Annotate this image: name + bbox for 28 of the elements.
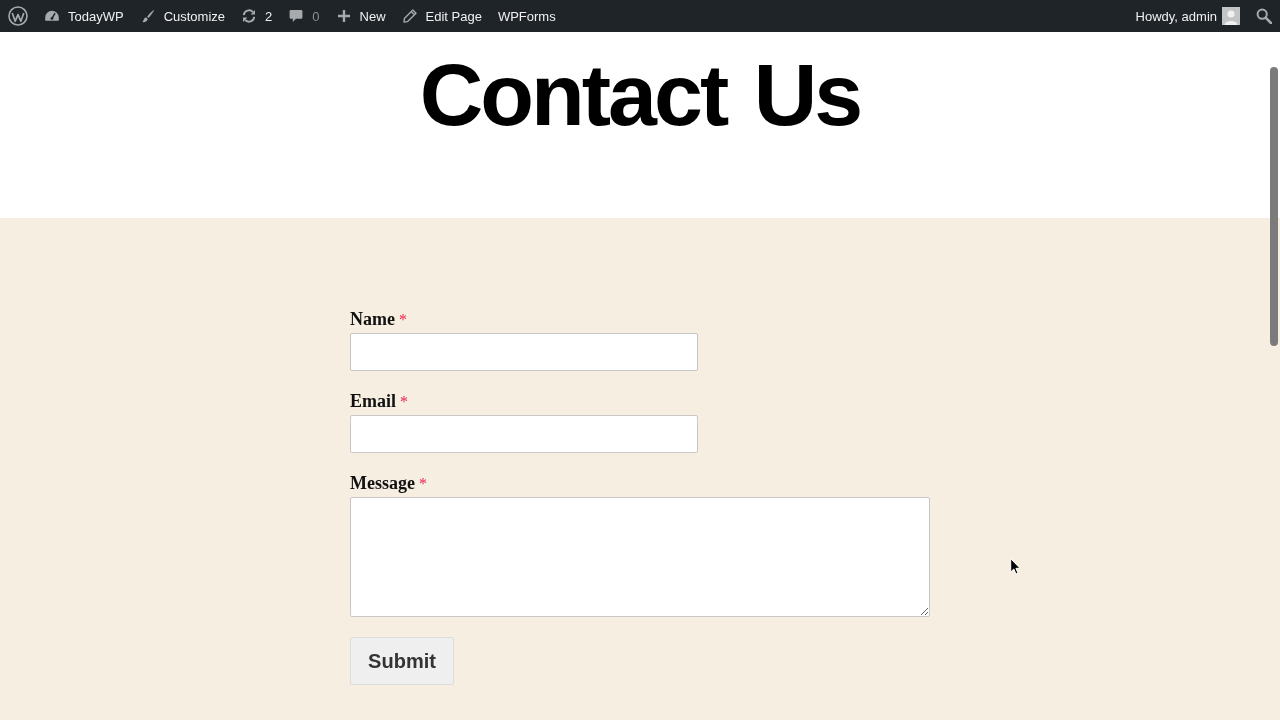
- page-title: Contact Us: [419, 51, 861, 139]
- logo-icon: [8, 6, 28, 26]
- field-label: Email: [350, 390, 396, 413]
- updates-link[interactable]: 2: [233, 0, 281, 32]
- admin-bar-link[interactable]: WPForms: [489, 0, 564, 32]
- search-icon: [1256, 8, 1272, 24]
- refresh-icon: [241, 8, 258, 24]
- plus-icon: [335, 8, 352, 24]
- submit-button[interactable]: Submit: [350, 637, 454, 685]
- cursor-icon: [1010, 558, 1021, 575]
- field-label: Name: [350, 308, 395, 331]
- pencil-icon: [401, 8, 418, 24]
- avatar-icon: [1222, 7, 1240, 25]
- required-asterisk: *: [419, 474, 427, 494]
- required-asterisk: *: [399, 310, 407, 330]
- speech-bubble-icon: [288, 8, 305, 24]
- new-link[interactable]: New: [327, 0, 394, 32]
- gauge-icon: [44, 8, 60, 24]
- edit-page-link[interactable]: Edit Page: [393, 0, 490, 32]
- scrollbar-thumb[interactable]: [1270, 67, 1278, 346]
- name-input[interactable]: [350, 333, 698, 371]
- field-label: Message: [350, 472, 415, 495]
- customize-link[interactable]: Customize: [131, 0, 234, 32]
- required-asterisk: *: [400, 392, 408, 412]
- site-link[interactable]: TodayWP: [36, 0, 132, 32]
- email-input[interactable]: [350, 415, 698, 453]
- message-textarea[interactable]: [350, 497, 930, 617]
- account-link[interactable]: Howdy, admin: [1127, 0, 1248, 32]
